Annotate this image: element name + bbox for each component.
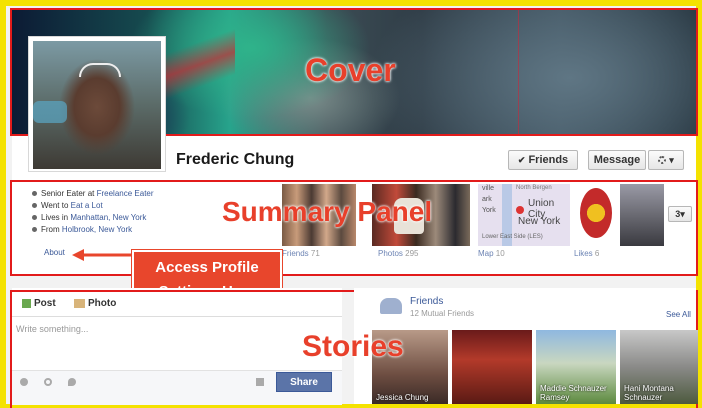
gear-icon — [658, 156, 667, 165]
stories-annotation-label: Stories — [302, 330, 404, 363]
profile-picture[interactable] — [28, 36, 166, 172]
mutual-friends-count: 12 Mutual Friends — [410, 309, 475, 318]
clock-icon[interactable] — [44, 378, 52, 386]
status-input[interactable]: Write something... — [16, 324, 336, 364]
see-all-link[interactable]: See All — [666, 310, 691, 319]
avatar — [33, 41, 161, 169]
tab-post[interactable]: Post — [22, 298, 56, 309]
location-icon[interactable] — [68, 378, 76, 386]
audience-icon[interactable] — [256, 378, 264, 386]
chevron-down-icon: ▾ — [669, 155, 674, 165]
friend-card[interactable]: Hani Montana Schnauzer — [620, 330, 698, 404]
photo-icon — [74, 298, 85, 308]
friends-icon — [380, 298, 402, 314]
pencil-icon — [22, 298, 31, 308]
person-icon[interactable] — [20, 378, 28, 386]
cover-annotation-label: Cover — [305, 52, 396, 88]
friend-card[interactable] — [452, 330, 532, 404]
message-button[interactable]: Message — [588, 150, 646, 170]
summary-annotation-label: Summary Panel — [222, 196, 433, 227]
profile-name[interactable]: Frederic Chung — [176, 150, 294, 170]
friends-button-label: Friends — [528, 154, 569, 166]
friend-card[interactable]: Maddie Schnauzer Ramsey — [536, 330, 616, 404]
callout-arrow — [72, 249, 134, 261]
share-button[interactable]: Share — [276, 372, 332, 392]
check-icon: ✔ — [517, 155, 526, 165]
tab-photo[interactable]: Photo — [74, 298, 116, 309]
friends-button[interactable]: ✔ Friends — [508, 150, 578, 170]
settings-dropdown-button[interactable]: ▾ — [648, 150, 684, 170]
composer-tabs — [12, 292, 342, 317]
friends-panel-title[interactable]: Friends — [410, 296, 443, 307]
